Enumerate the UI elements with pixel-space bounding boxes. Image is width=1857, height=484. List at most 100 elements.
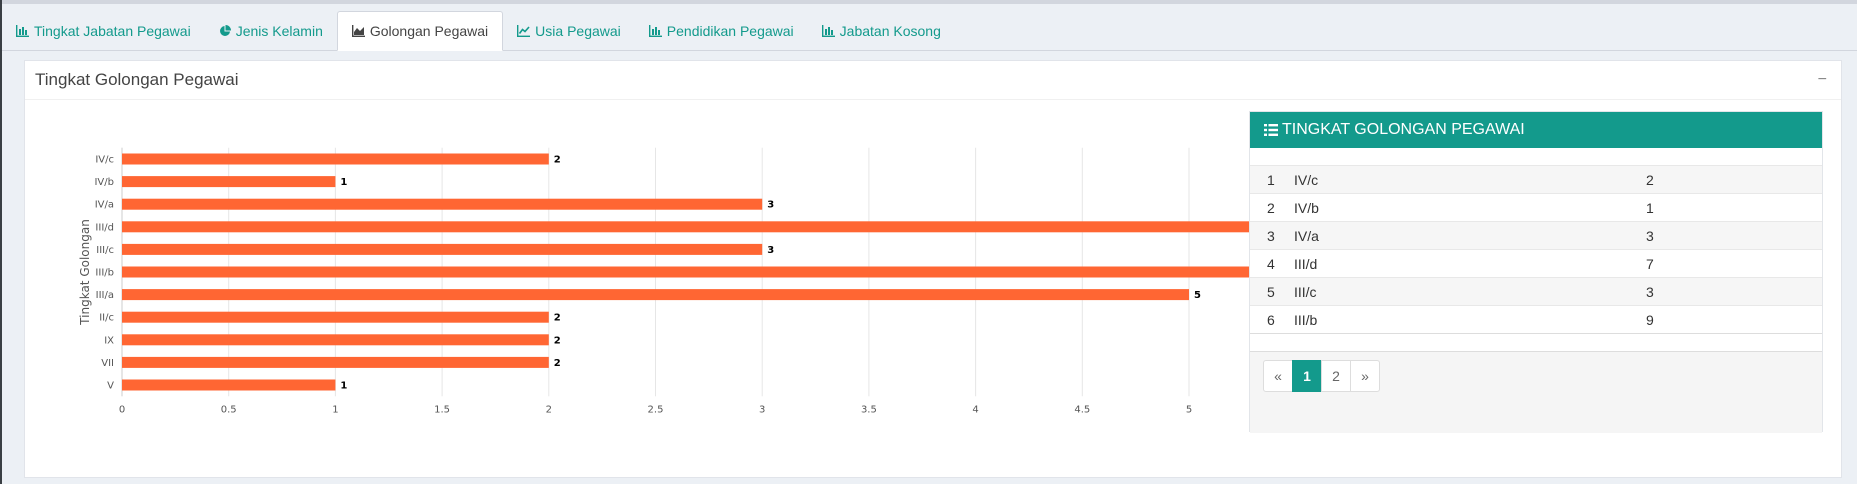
x-tick-label: 3 — [759, 404, 765, 415]
bar-chart-icon — [821, 24, 835, 37]
y-tick-label: IX — [104, 335, 114, 346]
bar — [122, 266, 1265, 278]
data-label: 2 — [554, 313, 561, 324]
box-title: Tingkat Golongan Pegawai — [35, 70, 239, 89]
table-row: 4 III/d 7 — [1250, 249, 1822, 278]
tab-golongan-pegawai[interactable]: Golongan Pegawai — [336, 11, 504, 51]
table-row: 5 III/c 3 — [1250, 277, 1822, 306]
data-panel: TINGKAT GOLONGAN PEGAWAI 1 IV/c 2 2 IV/b 1 3 IV… — [1249, 111, 1823, 433]
area-chart-icon — [351, 25, 365, 37]
tab-label: Usia Pegawai — [535, 22, 621, 39]
cell-golongan: III/d — [1294, 249, 1646, 278]
bar — [122, 334, 549, 346]
list-icon — [1264, 123, 1278, 137]
top-bar — [2, 0, 1857, 4]
cell-jumlah: 7 — [1646, 249, 1822, 278]
cell-no: 4 — [1250, 249, 1294, 278]
bar — [122, 198, 763, 210]
data-label: 2 — [554, 155, 561, 166]
pie-chart-icon — [219, 24, 231, 37]
panel-footer: «1 2» — [1250, 333, 1822, 433]
bar — [122, 289, 1189, 301]
tab-usia-pegawai[interactable]: Usia Pegawai — [503, 11, 635, 50]
pagination-prev[interactable]: « — [1263, 360, 1293, 392]
cell-golongan: IV/a — [1294, 221, 1646, 250]
bar — [122, 379, 336, 391]
tab-jabatan-kosong[interactable]: Jabatan Kosong — [808, 11, 955, 50]
x-tick-label: 4.5 — [1074, 404, 1090, 415]
pagination-area: «1 2» — [1250, 351, 1822, 433]
bar — [122, 153, 549, 165]
data-label: 2 — [554, 358, 561, 369]
y-tick-label: III/c — [96, 245, 114, 256]
y-tick-label: VII — [101, 358, 114, 369]
cell-no: 5 — [1250, 277, 1294, 306]
y-tick-label: IV/c — [95, 155, 114, 166]
pagination-next[interactable]: » — [1350, 360, 1380, 392]
pagination-page-2[interactable]: 2 — [1321, 360, 1351, 392]
pagination: «1 2» — [1263, 360, 1809, 392]
tab-jenis-kelamin[interactable]: Jenis Kelamin — [205, 11, 337, 50]
x-tick-label: 4 — [972, 404, 978, 415]
y-axis-title: Tingkat Golongan — [78, 219, 92, 326]
table-row: 2 IV/b 1 — [1250, 193, 1822, 222]
cell-jumlah: 9 — [1646, 305, 1822, 334]
data-label: 3 — [767, 245, 774, 256]
tab-tingkat-jabatan-pegawai[interactable]: Tingkat Jabatan Pegawai — [2, 11, 205, 50]
table-row: 1 IV/c 2 — [1250, 165, 1822, 194]
data-label: 3 — [767, 200, 774, 211]
cell-no: 2 — [1250, 193, 1294, 222]
pagination-page-1[interactable]: 1 — [1292, 360, 1322, 392]
cell-no: 6 — [1250, 305, 1294, 334]
tab-label: Jenis Kelamin — [235, 22, 323, 39]
tab-label: Tingkat Jabatan Pegawai — [34, 22, 191, 39]
bar-chart: 00.511.522.533.544.555.566.577.588.5IV/c… — [78, 147, 1265, 415]
table-row: 6 III/b 9 — [1250, 305, 1822, 334]
cell-golongan: IV/b — [1294, 193, 1646, 222]
bar-chart-icon — [16, 24, 29, 37]
x-tick-label: 2.5 — [648, 404, 664, 415]
y-tick-label: V — [107, 381, 114, 392]
tab-bar: Tingkat Jabatan Pegawai Jenis Kelamin Golo… — [2, 11, 1857, 51]
panel-header: TINGKAT GOLONGAN PEGAWAI — [1250, 112, 1822, 148]
box-header: Tingkat Golongan Pegawai − — [25, 61, 1841, 100]
cell-jumlah: 3 — [1646, 221, 1822, 250]
cell-jumlah: 1 — [1646, 193, 1822, 222]
cell-golongan: III/c — [1294, 277, 1646, 306]
table-row: 3 IV/a 3 — [1250, 221, 1822, 250]
cell-jumlah: 3 — [1646, 277, 1822, 306]
tab-label: Jabatan Kosong — [839, 22, 941, 39]
x-tick-label: 0 — [119, 404, 125, 415]
window-edge — [0, 0, 2, 484]
bar — [122, 243, 763, 255]
data-label: 1 — [340, 381, 347, 392]
chart-box: Tingkat Golongan Pegawai − 0 0.5 1 1.5 2 2.5 3… — [24, 60, 1842, 478]
bar — [122, 311, 549, 323]
bar-chart-icon — [648, 24, 662, 37]
tab-label: Pendidikan Pegawai — [666, 22, 794, 39]
y-tick-label: II/c — [99, 313, 114, 324]
data-label: 5 — [1194, 290, 1201, 301]
bar — [122, 221, 1265, 233]
cell-golongan: IV/c — [1294, 165, 1646, 194]
x-tick-label: 3.5 — [861, 404, 877, 415]
x-tick-label: 5 — [1186, 404, 1192, 415]
cell-no: 1 — [1250, 165, 1294, 194]
x-tick-label: 1 — [332, 404, 338, 415]
bar — [122, 176, 336, 188]
cell-golongan: III/b — [1294, 305, 1646, 334]
y-tick-label: III/a — [96, 290, 114, 301]
tab-label: Golongan Pegawai — [369, 23, 489, 39]
x-tick-label: 0.5 — [221, 404, 237, 415]
panel-title: TINGKAT GOLONGAN PEGAWAI — [1282, 121, 1525, 138]
line-chart-icon — [517, 24, 531, 37]
y-tick-label: III/b — [95, 268, 114, 279]
y-tick-label: III/d — [95, 222, 114, 233]
collapse-button[interactable]: − — [1814, 69, 1831, 91]
data-label: 2 — [554, 335, 561, 346]
cell-no: 3 — [1250, 221, 1294, 250]
tab-pendidikan-pegawai[interactable]: Pendidikan Pegawai — [635, 11, 808, 50]
y-tick-label: IV/b — [94, 177, 114, 188]
x-tick-label: 1.5 — [434, 404, 450, 415]
cell-jumlah: 2 — [1646, 165, 1822, 194]
